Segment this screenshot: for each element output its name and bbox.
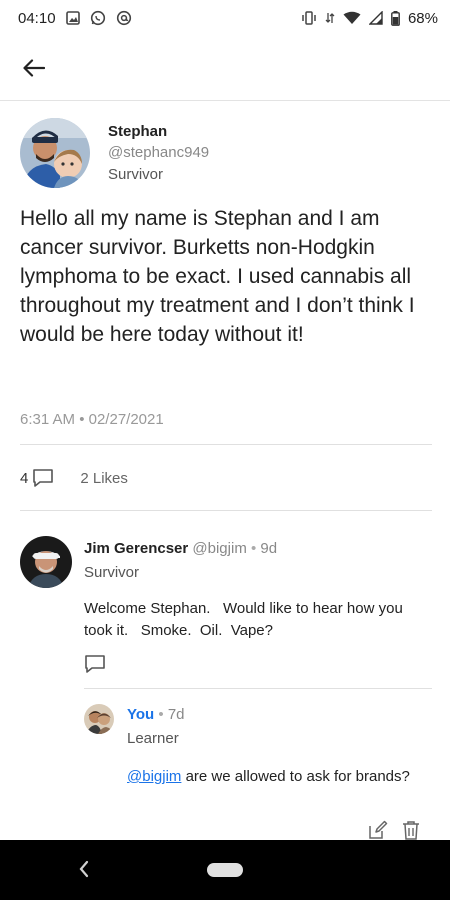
comment-author-name[interactable]: Jim Gerencser xyxy=(84,540,188,557)
post-stats: 4 2 Likes xyxy=(20,468,128,488)
reply-author-name[interactable]: You xyxy=(127,706,154,723)
status-left: 04:10 xyxy=(18,10,132,27)
post-body: Hello all my name is Stephan and I am ca… xyxy=(20,207,415,346)
author-handle[interactable]: @stephanc949 xyxy=(108,142,209,164)
avatar[interactable] xyxy=(20,536,72,588)
divider xyxy=(20,510,432,511)
avatar[interactable] xyxy=(20,118,90,188)
comment-count: 4 xyxy=(20,469,29,487)
comment-header: Jim Gerencser @bigjim • 9d xyxy=(84,540,277,557)
author-name[interactable]: Stephan xyxy=(108,122,209,142)
signal-icon xyxy=(368,11,383,25)
comment-author-handle[interactable]: @bigjim xyxy=(192,540,246,557)
arrow-left-icon xyxy=(23,59,45,77)
divider xyxy=(84,688,432,689)
system-nav-bar xyxy=(0,840,450,900)
vibrate-icon xyxy=(301,11,317,25)
comment-icon[interactable] xyxy=(32,468,54,488)
comment-age: 9d xyxy=(260,540,278,557)
comment-body: Welcome Stephan. Would like to hear how … xyxy=(84,600,407,639)
divider xyxy=(20,444,432,445)
battery-icon xyxy=(391,10,400,26)
comment-icon xyxy=(84,654,106,674)
comment-author-role: Survivor xyxy=(84,564,140,581)
reply-body: @bigjim are we allowed to ask for brands… xyxy=(127,766,417,788)
reply-body-text: are we allowed to ask for brands? xyxy=(181,768,410,785)
trash-icon[interactable] xyxy=(402,820,420,840)
at-sign-icon xyxy=(116,10,132,26)
reply-author-role: Learner xyxy=(127,730,179,747)
post-timestamp: 6:31 AM • 02/27/2021 xyxy=(20,411,164,428)
battery-percent: 68% xyxy=(407,9,438,27)
reply-header: You • 7d xyxy=(127,706,185,723)
author-role: Survivor xyxy=(108,166,164,183)
status-right: 68% xyxy=(301,10,438,27)
reply-actions xyxy=(368,820,420,840)
status-bar: 04:10 68% xyxy=(0,0,450,36)
post-author-meta: Stephan @stephanc949 Survivor xyxy=(108,122,209,186)
separator-dot: • xyxy=(250,540,257,557)
mention-link[interactable]: @bigjim xyxy=(127,768,181,785)
top-bar xyxy=(0,36,450,101)
reply-button[interactable] xyxy=(84,654,106,679)
data-icon xyxy=(325,11,335,25)
edit-icon[interactable] xyxy=(368,820,388,840)
separator-dot: • xyxy=(158,706,164,723)
nav-home-pill[interactable] xyxy=(207,863,243,877)
back-button[interactable] xyxy=(18,54,50,82)
nav-back-button[interactable] xyxy=(78,860,90,883)
image-icon xyxy=(65,11,80,25)
status-time: 04:10 xyxy=(18,9,56,27)
likes-count[interactable]: 2 Likes xyxy=(80,470,128,487)
avatar[interactable] xyxy=(84,704,114,734)
reply-age: 7d xyxy=(167,706,185,723)
whatsapp-icon xyxy=(90,10,106,26)
chevron-left-icon xyxy=(78,860,90,878)
wifi-icon xyxy=(343,11,361,25)
